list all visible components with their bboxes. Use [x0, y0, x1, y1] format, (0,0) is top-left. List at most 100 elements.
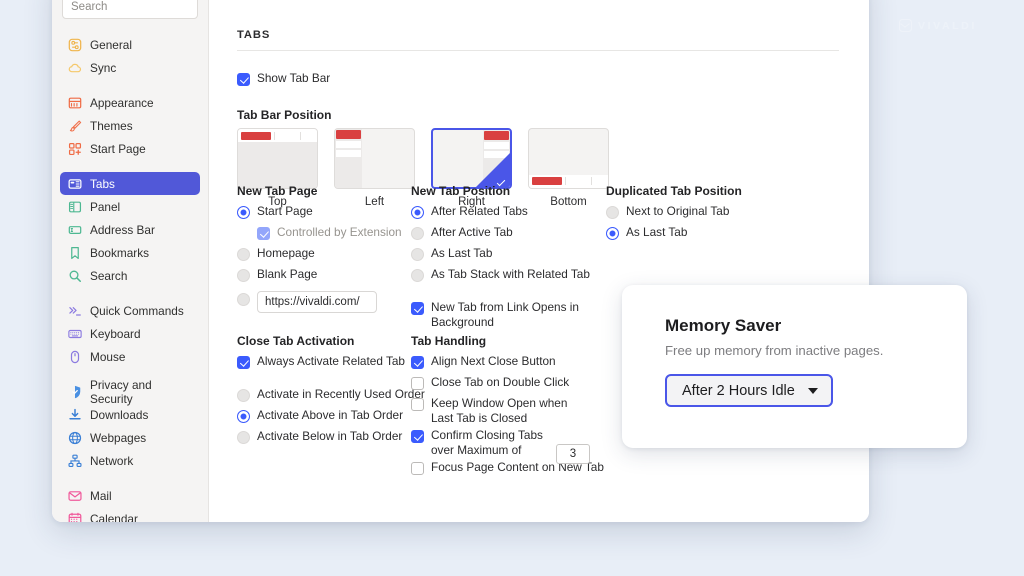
show-tab-bar-row[interactable]: Show Tab Bar [237, 71, 869, 90]
sidebar-item-network[interactable]: Network [60, 449, 200, 472]
sidebar-item-label: Search [90, 268, 128, 283]
vivaldi-watermark: VIVALDI [899, 19, 977, 32]
radio-activate-below[interactable] [237, 431, 250, 444]
tab-handling-double-click[interactable]: Close Tab on Double Click [411, 375, 611, 394]
download-icon [68, 408, 82, 422]
sidebar-item-label: Themes [90, 118, 133, 133]
confirm-closing-tabs-checkbox[interactable] [411, 430, 424, 443]
new-tab-page-option-homepage[interactable]: Homepage [237, 246, 427, 265]
sidebar-item-privacy-and-security[interactable]: Privacy and Security [60, 378, 200, 406]
radio-activate-recently-used-label: Activate in Recently Used Order [257, 387, 425, 401]
duplicated-tab-position-label: Duplicated Tab Position [606, 184, 742, 198]
duplicated-option-as-last[interactable]: As Last Tab [606, 225, 796, 244]
new-tab-position-option-after-related[interactable]: After Related Tabs [411, 204, 603, 223]
sidebar-item-mouse[interactable]: Mouse [60, 345, 200, 368]
general-icon [68, 38, 82, 52]
radio-as-tab-stack[interactable] [411, 269, 424, 282]
thumb-left[interactable] [334, 128, 415, 189]
close-activation-option-below[interactable]: Activate Below in Tab Order [237, 429, 427, 448]
keep-window-open-checkbox[interactable] [411, 398, 424, 411]
new-tab-position-option-after-active[interactable]: After Active Tab [411, 225, 603, 244]
tab-handling-keep-window[interactable]: Keep Window Open when Last Tab is Closed [411, 396, 589, 426]
mouse-icon [68, 350, 82, 364]
sidebar-group-separator [60, 79, 200, 91]
sidebar-item-label: Mouse [90, 349, 126, 364]
close-activation-option-above[interactable]: Activate Above in Tab Order [237, 408, 427, 427]
sidebar-item-label: Bookmarks [90, 245, 150, 260]
sync-cloud-icon [68, 61, 82, 75]
sidebar-item-label: Start Page [90, 141, 146, 156]
thumb-right[interactable] [431, 128, 512, 189]
radio-next-to-original-tab[interactable] [606, 206, 619, 219]
sidebar-item-label: Panel [90, 199, 121, 214]
tab-handling-align-close[interactable]: Align Next Close Button [411, 354, 611, 373]
mail-icon [68, 489, 82, 503]
search-input[interactable] [62, 0, 198, 19]
close-activation-option-recently-used[interactable]: Activate in Recently Used Order [237, 387, 427, 406]
radio-activate-below-label: Activate Below in Tab Order [257, 429, 403, 443]
radio-activate-above[interactable] [237, 410, 250, 423]
panel-icon [68, 200, 82, 214]
sidebar-item-search[interactable]: Search [60, 264, 200, 287]
sidebar-item-quick-commands[interactable]: Quick Commands [60, 299, 200, 322]
radio-homepage[interactable] [237, 248, 250, 261]
new-tab-page-option-start-page[interactable]: Start Page [237, 204, 427, 223]
align-next-close-checkbox[interactable] [411, 356, 424, 369]
tabs-icon [68, 177, 82, 191]
settings-sidebar: General Sync Appearance Themes Start Page Tab… [52, 0, 209, 522]
radio-activate-recently-used[interactable] [237, 389, 250, 402]
sidebar-item-sync[interactable]: Sync [60, 56, 200, 79]
new-tab-position-label: New Tab Position [411, 184, 511, 198]
thumb-bottom[interactable] [528, 128, 609, 189]
custom-url-input[interactable] [257, 291, 377, 313]
align-next-close-label: Align Next Close Button [431, 354, 556, 368]
sidebar-item-label: Webpages [90, 430, 147, 445]
controlled-by-extension-label: Controlled by Extension [277, 225, 402, 239]
show-tab-bar-checkbox[interactable] [237, 73, 250, 86]
radio-blank-page[interactable] [237, 269, 250, 282]
radio-duplicated-as-last-tab[interactable] [606, 227, 619, 240]
radio-after-related-tabs[interactable] [411, 206, 424, 219]
focus-page-content-checkbox[interactable] [411, 462, 424, 475]
memory-saver-select[interactable]: After 2 Hours Idle [665, 374, 833, 407]
sidebar-item-keyboard[interactable]: Keyboard [60, 322, 200, 345]
sidebar-item-appearance[interactable]: Appearance [60, 91, 200, 114]
new-tab-position-group: New Tab Position After Related Tabs Afte… [411, 184, 603, 330]
radio-after-active-tab[interactable] [411, 227, 424, 240]
sidebar-item-start-page[interactable]: Start Page [60, 137, 200, 160]
new-tab-position-option-as-last[interactable]: As Last Tab [411, 246, 603, 265]
new-tab-page-option-blank-page[interactable]: Blank Page [237, 267, 427, 286]
sidebar-item-label: Keyboard [90, 326, 141, 341]
sidebar-item-mail[interactable]: Mail [60, 484, 200, 507]
quick-commands-icon [68, 304, 82, 318]
radio-start-page[interactable] [237, 206, 250, 219]
sidebar-item-webpages[interactable]: Webpages [60, 426, 200, 449]
search-icon [68, 269, 82, 283]
sidebar-item-downloads[interactable]: Downloads [60, 403, 200, 426]
thumb-top[interactable] [237, 128, 318, 189]
sidebar-item-label: Mail [90, 488, 112, 503]
appearance-icon [68, 96, 82, 110]
always-activate-related-row[interactable]: Always Activate Related Tab [237, 354, 427, 373]
sidebar-item-label: General [90, 37, 132, 52]
radio-as-last-tab[interactable] [411, 248, 424, 261]
tab-handling-group: Tab Handling Align Next Close Button Clo… [411, 334, 611, 479]
sidebar-item-address-bar[interactable]: Address Bar [60, 218, 200, 241]
chevron-down-icon [807, 387, 818, 394]
sidebar-item-tabs[interactable]: Tabs [60, 172, 200, 195]
always-activate-related-checkbox[interactable] [237, 356, 250, 369]
background-open-row[interactable]: New Tab from Link Opens in Background [411, 300, 579, 330]
radio-custom-url[interactable] [237, 293, 250, 306]
duplicated-option-next-to-original[interactable]: Next to Original Tab [606, 204, 796, 223]
new-tab-position-option-as-stack[interactable]: As Tab Stack with Related Tab [411, 267, 603, 286]
max-tabs-input[interactable] [556, 444, 590, 464]
sidebar-item-calendar[interactable]: Calendar [60, 507, 200, 522]
sidebar-item-panel[interactable]: Panel [60, 195, 200, 218]
background-open-checkbox[interactable] [411, 302, 424, 315]
tab-handling-confirm-closing[interactable]: Confirm Closing Tabs over Maximum of [411, 428, 596, 464]
new-tab-page-option-custom-url[interactable] [237, 291, 427, 313]
close-tab-double-click-checkbox[interactable] [411, 377, 424, 390]
sidebar-item-themes[interactable]: Themes [60, 114, 200, 137]
sidebar-item-bookmarks[interactable]: Bookmarks [60, 241, 200, 264]
sidebar-item-general[interactable]: General [60, 33, 200, 56]
